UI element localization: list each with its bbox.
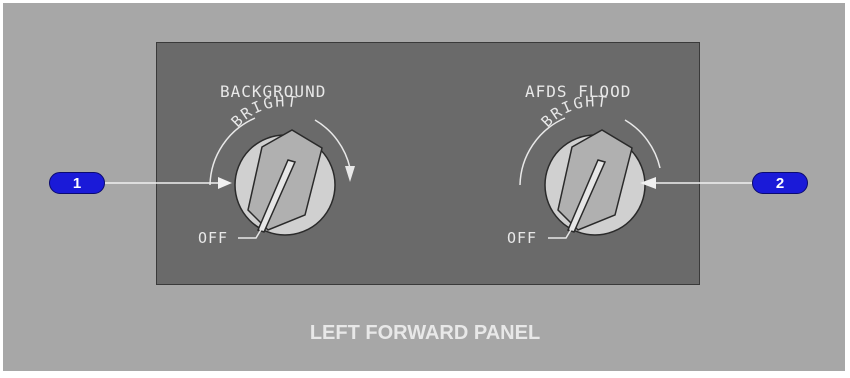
- background-arrowhead-icon: [345, 166, 355, 182]
- afds-flood-knob[interactable]: BRIGHT: [519, 92, 661, 239]
- afds-off-label: OFF: [507, 229, 538, 247]
- background-knob[interactable]: BRIGHT: [209, 92, 355, 239]
- background-knob-title: BACKGROUND: [220, 82, 327, 101]
- callout-1-number: 1: [72, 174, 82, 192]
- callout-1-badge[interactable]: 1: [49, 172, 105, 194]
- callout-2-badge[interactable]: 2: [752, 172, 808, 194]
- callout-1-arrowhead-icon: [218, 177, 232, 189]
- callout-2-number: 2: [775, 174, 785, 192]
- afds-flood-knob-title: AFDS FLOOD: [525, 82, 632, 101]
- background-off-label: OFF: [198, 229, 229, 247]
- panel-title: LEFT FORWARD PANEL: [309, 322, 541, 344]
- diagram-stage: BRIGHT BRIGHT BACKGROUND AFDS FLOOD OFF …: [0, 0, 850, 378]
